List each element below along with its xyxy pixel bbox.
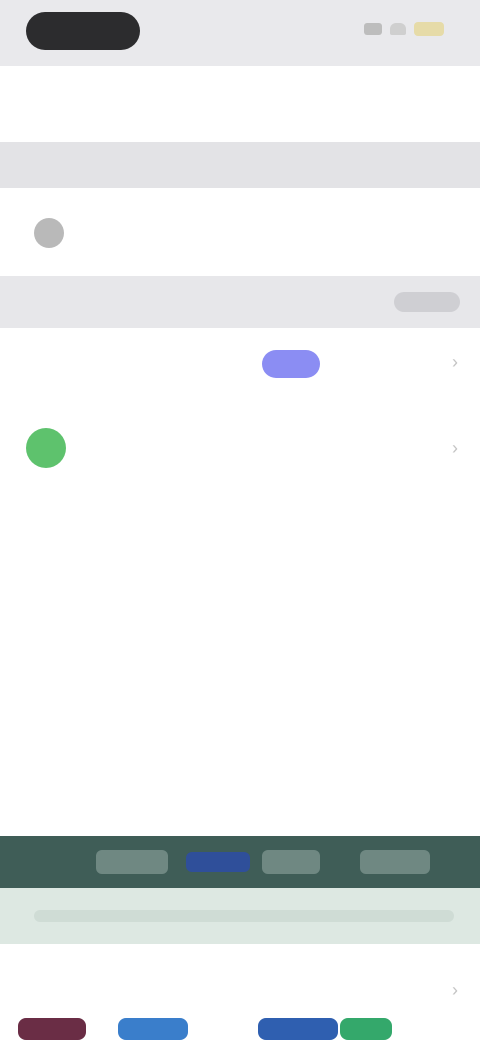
status-pill: [26, 12, 140, 50]
banner-block: [262, 850, 320, 874]
promo-banner[interactable]: [0, 836, 480, 888]
info-strip: [0, 888, 480, 944]
account-row[interactable]: [0, 188, 480, 276]
settings-list: › ›: [0, 328, 480, 836]
green-circle-icon[interactable]: [26, 428, 66, 468]
bottom-chip[interactable]: [18, 1018, 86, 1040]
banner-block: [96, 850, 168, 874]
status-bar: [0, 0, 480, 66]
chevron-right-icon: ›: [452, 352, 458, 372]
signal-icon: [364, 23, 382, 35]
banner-block: [360, 850, 430, 874]
account-icon: [34, 218, 64, 248]
section-gap: [0, 142, 480, 188]
chevron-right-icon: ›: [452, 438, 458, 458]
info-strip-text-placeholder: [34, 910, 454, 922]
battery-icon: [414, 22, 444, 36]
navigation-bar: [0, 66, 480, 142]
banner-blue-block: [186, 852, 250, 872]
status-badge: [262, 350, 320, 378]
wifi-icon: [390, 23, 406, 35]
section-header: [0, 276, 480, 328]
chevron-right-icon: ›: [452, 980, 458, 1000]
section-action-button[interactable]: [394, 292, 460, 312]
bottom-chip[interactable]: [258, 1018, 338, 1040]
bottom-chip[interactable]: [340, 1018, 392, 1040]
bottom-chip[interactable]: [118, 1018, 188, 1040]
status-icons: [364, 22, 444, 36]
bottom-section: ›: [0, 944, 480, 1040]
